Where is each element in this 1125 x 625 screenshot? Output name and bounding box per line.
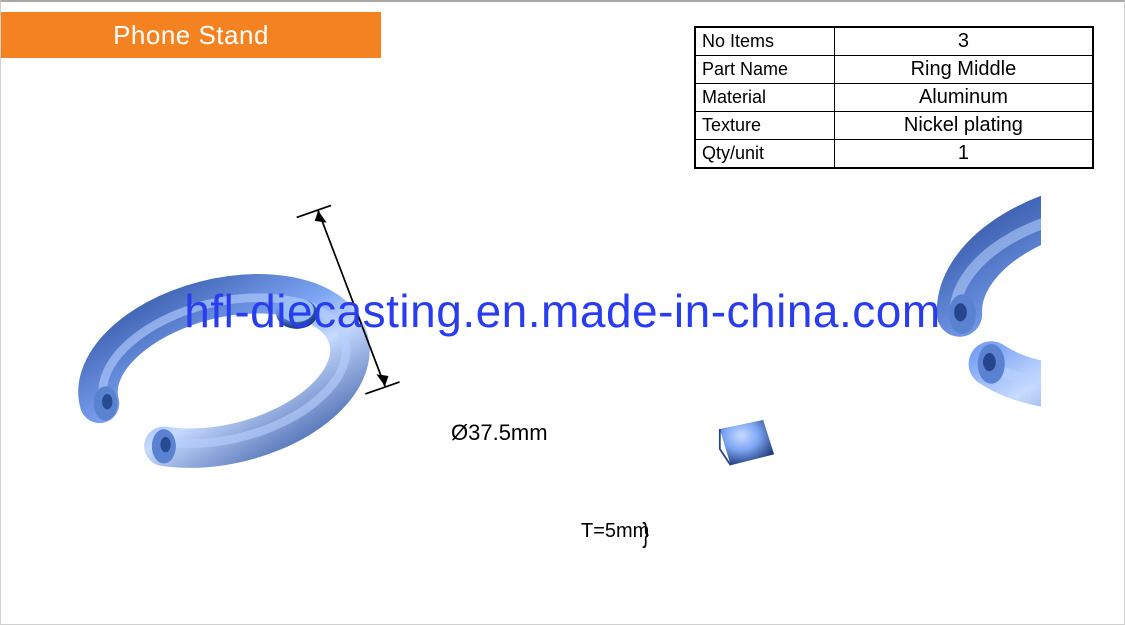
diameter-label: Ø37.5mm: [451, 420, 548, 446]
table-row: TextureNickel plating: [695, 112, 1093, 140]
spec-value: Nickel plating: [834, 112, 1093, 140]
table-row: MaterialAluminum: [695, 84, 1093, 112]
table-row: Qty/unit1: [695, 140, 1093, 169]
thickness-label: T=5mm: [581, 520, 649, 543]
table-row: No Items3: [695, 27, 1093, 56]
ring-iso-right: [661, 192, 1041, 536]
spec-label: Qty/unit: [695, 140, 834, 169]
spec-value: Aluminum: [834, 84, 1093, 112]
spec-value: 1: [834, 140, 1093, 169]
spec-label: Part Name: [695, 56, 834, 84]
title-block: Phone Stand: [1, 12, 381, 58]
spec-label: Material: [695, 84, 834, 112]
spec-value: 3: [834, 27, 1093, 56]
drawing-sheet: Phone Stand No Items3Part NameRing Middl…: [0, 0, 1125, 625]
ring-iso-left: [61, 202, 421, 511]
spec-label: No Items: [695, 27, 834, 56]
cad-illustration-area: Ø37.5mm: [1, 172, 1124, 592]
spec-value: Ring Middle: [834, 56, 1093, 84]
table-row: Part NameRing Middle: [695, 56, 1093, 84]
spec-label: Texture: [695, 112, 834, 140]
spec-table: No Items3Part NameRing MiddleMaterialAlu…: [694, 26, 1094, 169]
page-title: Phone Stand: [113, 20, 269, 51]
